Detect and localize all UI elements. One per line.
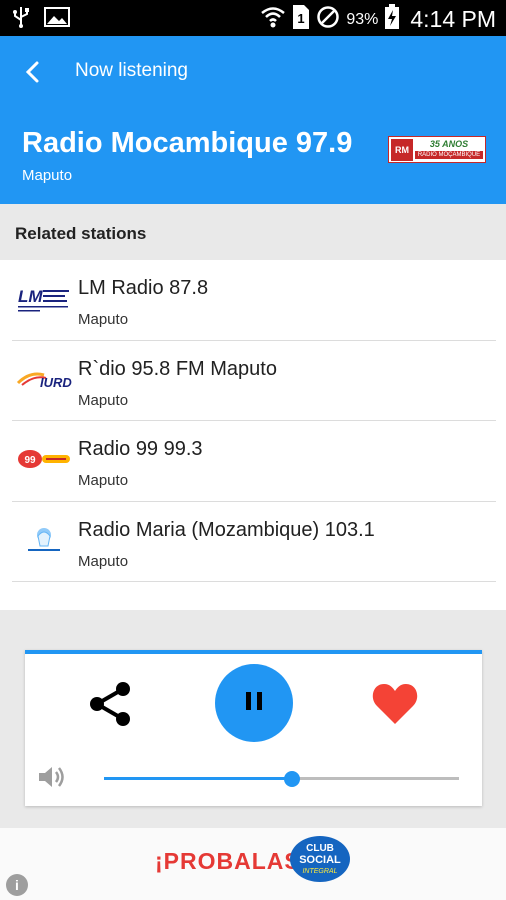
now-listening-header: Now listening Radio Mocambique 97.9 Mapu… (0, 36, 506, 204)
slider-fill (104, 777, 293, 780)
logo-badge: RM (391, 138, 413, 161)
clock: 4:14 PM (410, 6, 496, 32)
blocked-icon (316, 5, 340, 34)
pause-button[interactable] (215, 664, 293, 742)
battery-percent: 93% (346, 10, 379, 28)
svg-text:LM: LM (18, 287, 43, 306)
station-city: Maputo (78, 391, 129, 409)
list-item[interactable]: LM LM Radio 87.8 Maputo (12, 260, 496, 341)
share-icon (90, 682, 130, 726)
usb-icon (12, 6, 30, 33)
slider-thumb[interactable] (284, 771, 301, 787)
station-city: Maputo (22, 167, 73, 184)
heart-icon (372, 684, 418, 724)
page-title: Now listening (75, 60, 188, 81)
volume-slider[interactable] (104, 769, 459, 789)
list-item[interactable]: IURD R`dio 95.8 FM Maputo Maputo (12, 341, 496, 421)
list-item[interactable]: Radio Maria (Mozambique) 103.1 Maputo (12, 502, 496, 582)
wifi-icon (260, 5, 286, 34)
station-name: Radio 99 99.3 (78, 438, 203, 460)
ad-logo-line-1: CLUB (306, 843, 334, 854)
image-icon (44, 6, 70, 33)
ad-logo-line-2: SOCIAL (299, 854, 341, 866)
station-name: R`dio 95.8 FM Maputo (78, 357, 277, 380)
share-button[interactable] (87, 680, 133, 728)
ad-logo-line-3: INTEGRAL (302, 868, 337, 875)
station-logo: RM 35 ANOS RÁDIO MOÇAMBIQUE (388, 136, 486, 163)
station-name: Radio Maria (Mozambique) 103.1 (78, 518, 375, 541)
volume-icon[interactable] (37, 764, 67, 790)
battery-charging-icon (384, 4, 400, 35)
station-name: Radio Mocambique 97.9 (22, 127, 353, 159)
back-button[interactable] (16, 56, 48, 88)
station-name: LM Radio 87.8 (78, 277, 209, 299)
iurd-logo: IURD (16, 363, 72, 395)
ad-logo: CLUB SOCIAL INTEGRAL (287, 834, 353, 884)
svg-text:1: 1 (298, 11, 305, 26)
svg-text:99: 99 (24, 455, 36, 466)
related-stations-header: Related stations (0, 204, 506, 260)
station-city: Maputo (78, 552, 129, 570)
lm-radio-logo: LM (16, 282, 72, 314)
sim-icon: 1 (292, 4, 310, 35)
player-controls (25, 650, 482, 806)
logo-anos: 35 ANOS (429, 139, 469, 149)
ad-info-button[interactable]: i (6, 874, 28, 896)
station-city: Maputo (78, 472, 129, 489)
logo-subtitle: RÁDIO MOÇAMBIQUE (414, 151, 484, 159)
svg-text:IURD: IURD (40, 375, 72, 390)
related-stations-list: LM LM Radio 87.8 Maputo IURD R`dio 95.8 … (12, 260, 496, 582)
status-bar: 1 93% 4:14 PM (0, 0, 506, 36)
chevron-left-icon (25, 61, 39, 83)
pause-icon (243, 691, 265, 715)
favorite-button[interactable] (371, 682, 419, 726)
radio-maria-logo (16, 524, 72, 556)
ad-banner[interactable]: ¡PROBALAS! CLUB SOCIAL INTEGRAL i (0, 828, 506, 900)
list-item[interactable]: 99 Radio 99 99.3 Maputo (12, 421, 496, 502)
related-stations-title: Related stations (15, 224, 147, 243)
station-city: Maputo (78, 311, 129, 328)
radio-99-logo: 99 (16, 443, 72, 475)
